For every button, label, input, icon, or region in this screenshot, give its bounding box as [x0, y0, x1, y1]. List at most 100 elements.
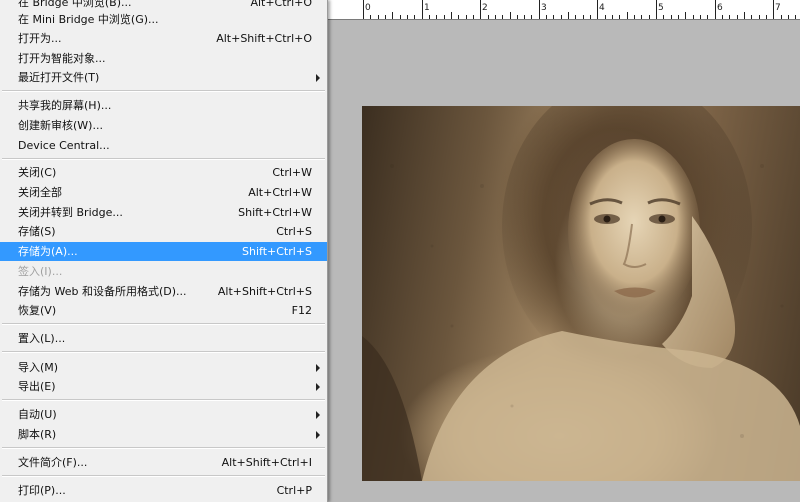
menu-item-label: 最近打开文件(T) — [18, 71, 100, 84]
document-image[interactable] — [362, 106, 800, 481]
ruler-tick — [429, 15, 430, 19]
menu-item-scripts[interactable]: 脚本(R) — [0, 425, 327, 444]
ruler-tick — [788, 15, 789, 19]
menu-item-label: 打印(P)... — [18, 484, 66, 497]
ruler-tick — [751, 15, 752, 19]
ruler-tick — [561, 15, 562, 19]
ruler-tick — [700, 15, 701, 19]
menu-item-label: 存储为(A)... — [18, 245, 78, 258]
menu-item-browse-mini-bridge[interactable]: 在 Mini Bridge 中浏览(G)... — [0, 10, 327, 29]
ruler-tick — [546, 15, 547, 19]
file-menu: 在 Bridge 中浏览(B)... Alt+Ctrl+O 在 Mini Bri… — [0, 0, 328, 502]
menu-item-label: 关闭全部 — [18, 186, 62, 199]
ruler-tick — [685, 12, 686, 19]
menu-item-save-as[interactable]: 存储为(A)... Shift+Ctrl+S — [0, 242, 327, 261]
ruler-tick — [568, 12, 569, 19]
menu-item-recent-files[interactable]: 最近打开文件(T) — [0, 68, 327, 87]
menu-item-export[interactable]: 导出(E) — [0, 377, 327, 396]
ruler-tick — [590, 15, 591, 19]
ruler-tick — [363, 0, 364, 19]
portrait-photo-graphic — [362, 106, 800, 481]
menu-item-save[interactable]: 存储(S) Ctrl+S — [0, 222, 327, 241]
ruler-tick — [781, 15, 782, 19]
menu-item-place[interactable]: 置入(L)... — [0, 329, 327, 348]
ruler-tick — [392, 12, 393, 19]
menu-item-label: 共享我的屏幕(H)... — [18, 99, 112, 112]
menu-item-automate[interactable]: 自动(U) — [0, 405, 327, 424]
ruler-tick — [773, 0, 774, 19]
menu-separator — [2, 475, 325, 477]
menu-item-file-info[interactable]: 文件简介(F)... Alt+Shift+Ctrl+I — [0, 453, 327, 472]
ruler-tick — [444, 15, 445, 19]
submenu-arrow-icon — [316, 364, 320, 372]
ruler-tick — [671, 15, 672, 19]
ruler-tick — [407, 15, 408, 19]
ruler-label: 0 — [365, 3, 371, 13]
ruler-tick — [737, 15, 738, 19]
menu-separator — [2, 351, 325, 353]
menu-item-share-screen[interactable]: 共享我的屏幕(H)... — [0, 96, 327, 115]
ruler-label: 5 — [658, 3, 664, 13]
ruler-tick — [612, 15, 613, 19]
ruler-tick — [495, 15, 496, 19]
canvas-workspace[interactable] — [327, 20, 800, 502]
menu-item-open-as-smart-object[interactable]: 打开为智能对象... — [0, 49, 327, 68]
ruler-tick — [539, 0, 540, 19]
menu-item-label: 置入(L)... — [18, 332, 66, 345]
ruler-tick — [627, 12, 628, 19]
ruler-label: 2 — [482, 3, 488, 13]
ruler-tick — [619, 15, 620, 19]
menu-item-label: Device Central... — [18, 139, 110, 152]
ruler-label: 7 — [775, 3, 781, 13]
menu-item-device-central[interactable]: Device Central... — [0, 136, 327, 155]
menu-item-close[interactable]: 关闭(C) Ctrl+W — [0, 163, 327, 182]
menu-item-label: 恢复(V) — [18, 304, 57, 317]
menu-item-import[interactable]: 导入(M) — [0, 358, 327, 377]
ruler-tick — [634, 15, 635, 19]
ruler-tick — [524, 15, 525, 19]
ruler-label: 6 — [717, 3, 723, 13]
ruler-tick — [795, 15, 796, 19]
menu-item-label: 签入(I)... — [18, 265, 63, 278]
menu-item-shortcut: Alt+Shift+Ctrl+I — [221, 456, 312, 469]
menu-item-label: 导出(E) — [18, 380, 56, 393]
menu-item-close-all[interactable]: 关闭全部 Alt+Ctrl+W — [0, 183, 327, 202]
ruler-tick — [678, 15, 679, 19]
ruler-tick — [370, 15, 371, 19]
submenu-arrow-icon — [316, 431, 320, 439]
menu-item-shortcut: Ctrl+P — [276, 484, 312, 497]
ruler-tick — [553, 15, 554, 19]
menu-item-label: 存储为 Web 和设备所用格式(D)... — [18, 285, 187, 298]
ruler-tick — [502, 15, 503, 19]
ruler-tick — [605, 15, 606, 19]
ruler-tick — [480, 0, 481, 19]
menu-item-label: 脚本(R) — [18, 428, 57, 441]
menu-item-check-in: 签入(I)... — [0, 262, 327, 281]
menu-item-save-for-web[interactable]: 存储为 Web 和设备所用格式(D)... Alt+Shift+Ctrl+S — [0, 282, 327, 301]
ruler-tick — [759, 15, 760, 19]
ruler-tick — [744, 12, 745, 19]
menu-separator — [2, 323, 325, 325]
ruler-tick — [597, 0, 598, 19]
ruler-tick — [510, 12, 511, 19]
menu-item-shortcut: Alt+Shift+Ctrl+O — [216, 32, 312, 45]
submenu-arrow-icon — [316, 383, 320, 391]
ruler-tick — [656, 0, 657, 19]
menu-item-create-review[interactable]: 创建新审核(W)... — [0, 116, 327, 135]
menu-item-close-go-bridge[interactable]: 关闭并转到 Bridge... Shift+Ctrl+W — [0, 203, 327, 222]
ruler-tick — [488, 15, 489, 19]
ruler-tick — [729, 15, 730, 19]
ruler-tick — [722, 15, 723, 19]
menu-item-open-as[interactable]: 打开为... Alt+Shift+Ctrl+O — [0, 29, 327, 48]
ruler-tick — [766, 15, 767, 19]
horizontal-ruler[interactable]: 0 1 2 3 4 5 6 7 — [327, 0, 800, 20]
ruler-label: 3 — [541, 3, 547, 13]
menu-item-revert[interactable]: 恢复(V) F12 — [0, 301, 327, 320]
ruler-tick — [436, 15, 437, 19]
menu-item-print[interactable]: 打印(P)... Ctrl+P — [0, 481, 327, 500]
menu-item-label: 创建新审核(W)... — [18, 119, 103, 132]
menu-item-label: 文件简介(F)... — [18, 456, 88, 469]
ruler-tick — [575, 15, 576, 19]
menu-separator — [2, 447, 325, 449]
ruler-tick — [414, 15, 415, 19]
